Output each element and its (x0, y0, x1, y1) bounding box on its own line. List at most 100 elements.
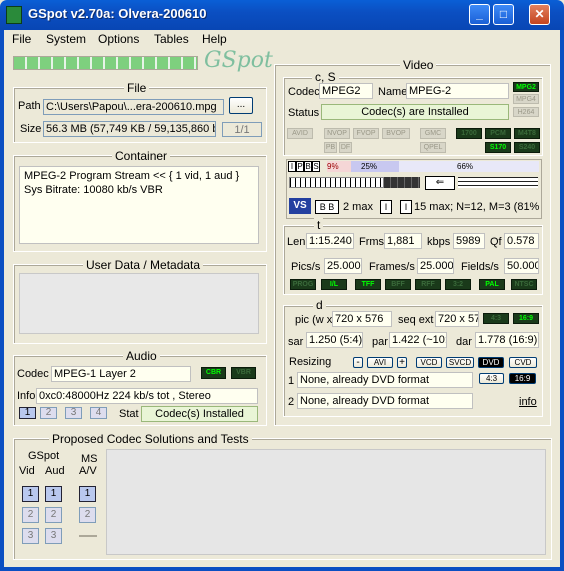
h264-indicator: H264 (513, 107, 539, 117)
av-label: A/V (79, 465, 97, 477)
userdata-group-title: User Data / Metadata (83, 258, 204, 272)
pal-indicator: PAL (479, 279, 505, 290)
qpel-indicator: QPEL (420, 142, 446, 153)
path-field[interactable]: C:\Users\Papou\...era-200610.mpg (43, 99, 224, 115)
dvd-button[interactable]: DVD (478, 357, 504, 368)
pb-indicator: PB (324, 142, 337, 153)
menu-system[interactable]: System (46, 32, 86, 46)
maximize-button[interactable]: □ (493, 4, 514, 25)
len-field: 1:15.240 (306, 233, 354, 249)
audio-codec-label: Codec (17, 368, 49, 380)
app-icon (6, 6, 22, 24)
container-group-title: Container (112, 149, 171, 163)
part-field: 1/1 (222, 122, 262, 137)
pic-label: pic (w x (295, 314, 333, 326)
aud-test-2[interactable]: 2 (45, 507, 62, 523)
ar-16-9-indicator: 16:9 (513, 313, 539, 324)
size-field: 56.3 MB (57,749 KB / 59,135,860 b (43, 121, 216, 137)
vid-test-2[interactable]: 2 (22, 507, 39, 523)
vcd-button[interactable]: VCD (416, 357, 442, 368)
audio-stream-2[interactable]: 2 (40, 407, 57, 419)
menu-options[interactable]: Options (98, 32, 139, 46)
video-codec-label: Codec (288, 86, 320, 98)
frame-type-p: P (296, 161, 304, 172)
fvop-indicator: FVOP (353, 128, 379, 139)
s170-indicator: S170 (485, 142, 511, 153)
dar-field: 1.778 (16:9) (475, 332, 539, 348)
seq-field: 720 x 57 (435, 311, 479, 327)
vid-label: Vid (19, 465, 35, 477)
vid-test-3[interactable]: 3 (22, 528, 39, 544)
av-test-2[interactable]: 2 (79, 507, 96, 523)
frame-type-b: B (304, 161, 312, 172)
audio-codec-field: MPEG-1 Layer 2 (51, 366, 191, 382)
window-title: GSpot v2.70a: Olvera-200610 (28, 6, 207, 21)
avi-button[interactable]: AVI (367, 357, 393, 368)
frame-type-s: S (312, 161, 320, 172)
vs-icon[interactable]: VS (289, 198, 311, 214)
frames-label: Frames/s (369, 261, 415, 273)
vid-test-1[interactable]: 1 (22, 486, 39, 502)
path-label: Path (18, 100, 41, 112)
container-info: MPEG-2 Program Stream << { 1 vid, 1 aud … (19, 166, 259, 244)
codec-subgroup-title: c, S (312, 70, 339, 84)
svcd-button[interactable]: SVCD (446, 357, 474, 368)
cvd-button[interactable]: CVD (509, 357, 537, 368)
minimize-button[interactable]: _ (469, 4, 490, 25)
av-test-1[interactable]: 1 (79, 486, 96, 502)
qf-label: Qf (490, 236, 502, 248)
audio-stream-3[interactable]: 3 (65, 407, 82, 419)
resize-plus-button[interactable]: + (397, 357, 407, 368)
aud-test-3[interactable]: 3 (45, 528, 62, 544)
menu-file[interactable]: File (12, 32, 31, 46)
resize-2-field: None, already DVD format (297, 393, 473, 409)
gop-lines (458, 177, 538, 188)
container-line-2: Sys Bitrate: 10080 kb/s VBR (24, 184, 163, 196)
audio-stream-1[interactable]: 1 (19, 407, 36, 419)
userdata-box (19, 273, 259, 334)
menu-tables[interactable]: Tables (154, 32, 189, 46)
av-test-divider (79, 535, 97, 537)
ntsc-indicator: NTSC (511, 279, 537, 290)
gop-arrow-icon: ⇐ (425, 176, 455, 190)
interlace-indicator: I/L (321, 279, 347, 290)
bvop-indicator: BVOP (382, 128, 410, 139)
fields-field: 50.000 (504, 258, 539, 274)
len-label: Len (287, 236, 306, 248)
browse-button[interactable]: ... (229, 97, 253, 114)
timing-subgroup-title: t (314, 218, 324, 232)
resize-1-label: 1 (288, 375, 295, 387)
gspot-label: GSpot (28, 450, 60, 462)
pic-field: 720 x 576 (332, 311, 392, 327)
aud-test-1[interactable]: 1 (45, 486, 62, 502)
b-percent-bar: 66% (399, 161, 539, 172)
ar-4-3-button[interactable]: 4:3 (479, 373, 504, 384)
menu-bar (4, 30, 560, 50)
df-indicator: DF (339, 142, 352, 153)
pcm-indicator: PCM (485, 128, 511, 139)
close-button[interactable]: ✕ (529, 4, 550, 25)
menu-help[interactable]: Help (202, 32, 227, 46)
gmc-indicator: GMC (420, 128, 446, 139)
pics-field: 25.000 (324, 258, 362, 274)
gop-pattern-filled (384, 177, 420, 188)
size-label: Size (20, 123, 42, 135)
info-link[interactable]: info (519, 396, 537, 408)
resize-minus-button[interactable]: - (353, 357, 363, 368)
audio-cbr-indicator: CBR (201, 367, 226, 379)
sar-field: 1.250 (5:4) (306, 332, 363, 348)
1700-indicator: 1700 (456, 128, 482, 139)
mpg2-indicator: MPG2 (513, 82, 539, 92)
gop-pattern (289, 177, 384, 188)
nvop-indicator: NVOP (324, 128, 350, 139)
file-group-title: File (124, 81, 150, 95)
m4t8-indicator: M4T8 (514, 128, 540, 139)
audio-stat-label: Stat (119, 408, 139, 420)
avid-indicator: AVID (287, 128, 313, 139)
ms-label: MS (81, 453, 98, 465)
video-group-title: Video (400, 58, 437, 72)
audio-stream-4[interactable]: 4 (90, 407, 107, 419)
kbps-field: 5989 (453, 233, 485, 249)
ar-16-9-button[interactable]: 16:9 (509, 373, 536, 384)
prog-indicator: PROG (290, 279, 316, 290)
